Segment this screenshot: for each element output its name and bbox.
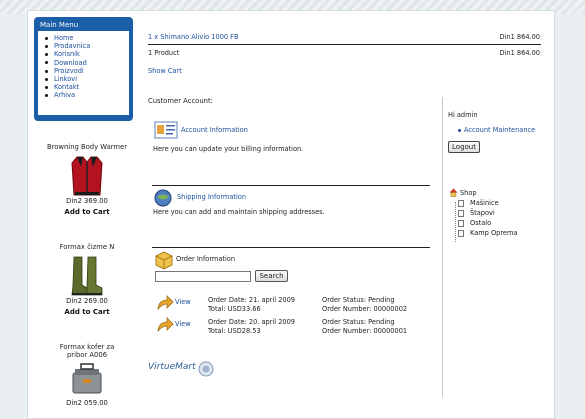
order-view-link[interactable]: View	[175, 320, 191, 329]
main-menu-title: Main Menu	[40, 21, 79, 29]
cart-count: 1 Product	[148, 49, 180, 57]
menu-item-prodavnica[interactable]: Prodavnica	[42, 42, 129, 50]
order-number: Order Number: 00000002	[322, 304, 408, 313]
body-warmer-image[interactable]	[69, 155, 105, 196]
menu-item-proizvodi[interactable]: Proizvodi	[42, 67, 129, 75]
order-status-number: Order Status: Pending Order Number: 0000…	[322, 296, 407, 313]
menu-item-kontakt[interactable]: Kontakt	[42, 83, 129, 91]
search-button[interactable]: Search	[255, 270, 288, 282]
order-date-total: Order Date: 21. april 2009 Total: USD33.…	[208, 296, 295, 313]
cart-total: Din1 864.00	[499, 49, 540, 57]
page-icon	[458, 220, 464, 227]
product-name[interactable]: Formax kofer za pribor A006	[28, 343, 146, 359]
page-icon	[458, 230, 464, 237]
cart-item-link[interactable]: 1 x Shimano Alivio 1000 FB	[148, 33, 239, 41]
cart-item: 1 x Shimano Alivio 1000 FB Din1 864.00	[148, 33, 540, 41]
content-area: Main Menu Home Prodavnica Korisnik Downl…	[27, 10, 555, 419]
order-date: Order Date: 21. april 2009	[208, 296, 295, 304]
account-information-text: Here you can update your billing informa…	[153, 145, 304, 153]
shop-home-icon	[449, 188, 458, 197]
order-box-icon	[154, 250, 176, 270]
customer-account-heading: Customer Account:	[148, 97, 213, 105]
column-divider	[442, 97, 443, 397]
boots-image[interactable]	[69, 255, 105, 296]
tree-line	[455, 202, 456, 242]
tackle-box-image[interactable]	[69, 361, 105, 397]
add-to-cart-link[interactable]: Add to Cart	[28, 208, 146, 216]
cart-item-price: Din1 864.00	[499, 33, 540, 41]
order-number: Order Number: 00000001	[322, 326, 408, 335]
account-maintenance-link[interactable]: Account Maintenance	[458, 126, 535, 134]
order-search-input[interactable]	[155, 271, 251, 282]
menu-item-korisnik[interactable]: Korisnik	[42, 50, 129, 58]
menu-item-download[interactable]: Download	[42, 59, 129, 67]
main-menu: Main Menu Home Prodavnica Korisnik Downl…	[34, 17, 133, 121]
order-total: Total: USD33.66	[208, 304, 261, 313]
order-date: Order Date: 20. april 2009	[208, 318, 295, 326]
virtuemart-logo[interactable]: VirtueMart	[148, 361, 218, 380]
bullet-icon	[458, 128, 461, 132]
account-info-icon	[154, 120, 178, 139]
order-view-link[interactable]: View	[175, 298, 191, 307]
shipping-information-link[interactable]: Shipping Information	[177, 193, 246, 201]
category-item[interactable]: Kamp Oprema	[458, 229, 517, 238]
account-information-link[interactable]: Account Information	[181, 126, 248, 134]
product-card: Browning Body Warmer Din2 369.00 Add to …	[28, 143, 146, 216]
product-card: Formax kofer za pribor A006 Din2 059.00	[28, 343, 146, 407]
menu-item-linkovi[interactable]: Linkovi	[42, 75, 129, 83]
product-card: Formax čizme N Din2 269.00 Add to Cart	[28, 243, 146, 316]
category-item[interactable]: Štapovi	[458, 209, 495, 218]
product-name[interactable]: Formax čizme N	[28, 243, 146, 251]
shipping-info-icon	[153, 188, 175, 207]
order-information-title: Order Information	[176, 255, 236, 263]
show-cart-link[interactable]: Show Cart	[148, 67, 540, 75]
section-divider	[152, 247, 430, 248]
main-menu-list: Home Prodavnica Korisnik Download Proizv…	[38, 31, 129, 115]
shop-tree-root[interactable]: Shop	[460, 189, 477, 197]
logout-button[interactable]: Logout	[448, 141, 480, 153]
order-status-number: Order Status: Pending Order Number: 0000…	[322, 318, 407, 335]
section-divider	[152, 185, 430, 186]
add-to-cart-link[interactable]: Add to Cart	[28, 308, 146, 316]
product-price: Din2 369.00	[66, 197, 108, 205]
menu-item-arhiva[interactable]: Arhiva	[42, 91, 129, 99]
product-price: Din2 269.00	[66, 297, 108, 305]
user-greeting: Hi admin	[448, 111, 478, 119]
page-icon	[458, 200, 464, 207]
order-status: Order Status: Pending	[322, 318, 395, 326]
order-total: Total: USD28.53	[208, 326, 261, 335]
order-date-total: Order Date: 20. april 2009 Total: USD28.…	[208, 318, 295, 335]
cart-divider	[148, 44, 541, 45]
menu-item-home[interactable]: Home	[42, 34, 129, 42]
category-item[interactable]: Mašinice	[458, 199, 499, 208]
cart-summary: 1 Product Din1 864.00	[148, 49, 540, 57]
shipping-information-text: Here you can add and maintain shipping a…	[153, 208, 325, 216]
order-status: Order Status: Pending	[322, 296, 395, 304]
product-price: Din2 059.00	[66, 399, 108, 407]
category-item[interactable]: Ostalo	[458, 219, 491, 228]
product-name[interactable]: Browning Body Warmer	[28, 143, 146, 151]
page-icon	[458, 210, 464, 217]
